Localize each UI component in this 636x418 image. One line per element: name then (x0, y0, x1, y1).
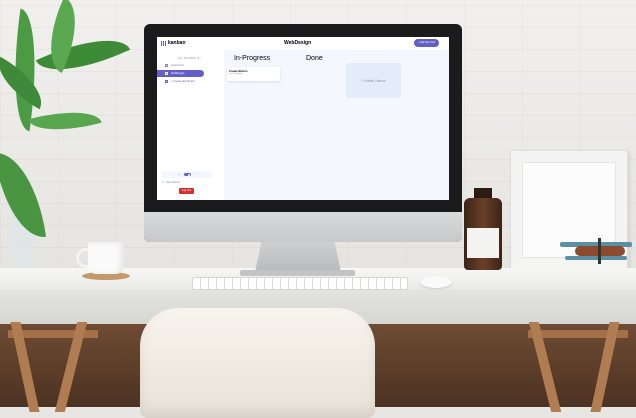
monitor-chin (144, 212, 462, 242)
top-bar: kanban WebDesign + Add New Task (157, 37, 449, 51)
task-card[interactable]: Create Button 0 of 1 subtasks (227, 67, 280, 81)
board-icon (165, 80, 168, 83)
sidebar-item-label: Dashboard (171, 64, 184, 67)
create-board-button[interactable]: + Create New Board (157, 78, 204, 85)
sidebar-item-webdesign[interactable]: WebDesign (157, 70, 204, 77)
board-title: WebDesign (284, 40, 312, 46)
sidebar-item-label: WebDesign (171, 72, 185, 75)
logout-button[interactable]: Log Out (179, 188, 194, 194)
keyboard (192, 277, 408, 290)
mouse (420, 276, 452, 288)
chair (140, 308, 375, 418)
create-column-button[interactable]: + Create Column (346, 63, 401, 98)
sidebar: ALL BOARDS (2) Dashboard WebDesign + Cre… (157, 50, 225, 200)
monitor-stand-base (240, 270, 355, 276)
sun-icon: ☀ (178, 173, 181, 176)
monitor-stand (255, 240, 341, 272)
theme-toggle[interactable]: ☀ ☾ (162, 171, 212, 178)
app-logo[interactable]: kanban (161, 40, 186, 46)
task-subtasks: 0 of 1 subtasks (229, 73, 243, 75)
add-task-button[interactable]: + Add New Task (414, 39, 439, 47)
toggle-switch[interactable] (183, 173, 191, 176)
bottle-label (467, 228, 499, 258)
moon-icon: ☾ (193, 173, 196, 176)
coffee-cup (88, 242, 124, 274)
eye-slash-icon: ⊘ (162, 181, 165, 184)
sidebar-item-label: + Create New Board (171, 80, 195, 83)
hide-sidebar-label: Hide Sidebar (166, 181, 180, 184)
propeller (598, 238, 601, 264)
kanban-logo-icon (161, 40, 166, 46)
column-title-done: Done (306, 55, 323, 62)
column-title-in-progress: In-Progress (234, 55, 271, 62)
board-icon (165, 64, 168, 67)
logo-text: kanban (168, 40, 186, 46)
all-boards-heading: ALL BOARDS (2) (178, 57, 201, 60)
board-icon (165, 72, 168, 75)
board-area: In-Progress Done Create Button 0 of 1 su… (224, 50, 449, 200)
screen: kanban WebDesign + Add New Task ALL BOAR… (157, 37, 449, 200)
hide-sidebar-button[interactable]: ⊘ Hide Sidebar (162, 181, 180, 184)
sidebar-item-dashboard[interactable]: Dashboard (157, 62, 204, 69)
